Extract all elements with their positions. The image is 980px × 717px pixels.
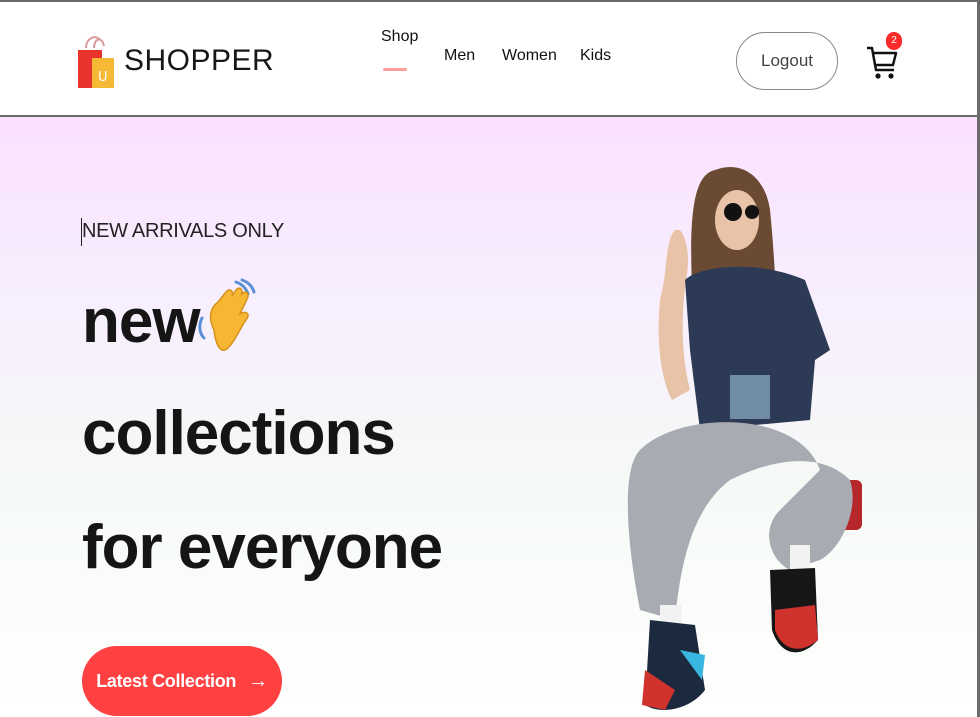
brand-logo[interactable]: U SHOPPER [76,32,274,90]
cart-count-badge: 2 [886,32,902,50]
active-indicator [383,68,407,71]
hero-model-image [627,166,862,710]
svg-text:U: U [98,70,108,85]
nav-item-women[interactable]: Women [502,47,557,65]
logout-button[interactable]: Logout [736,32,838,90]
latest-collection-button[interactable]: Latest Collection → [82,646,282,716]
nav-item-label: Kids [580,47,612,64]
brand-name: SHOPPER [124,44,275,77]
shopping-bag-icon: U [78,36,114,88]
hero-eyebrow: NEW ARRIVALS ONLY [82,220,284,242]
waving-hand-icon [198,278,256,351]
cta-label: Latest Collection [96,670,237,691]
hero-headline-line-3: for everyone [82,513,443,582]
nav-item-label: Shop [381,28,419,45]
nav-item-label: Men [444,47,476,64]
navbar: U SHOPPER Shop Men Women Kids Logout [0,0,980,117]
nav-item-men[interactable]: Men [444,47,475,65]
hero-headline-line-2: collections [82,399,396,468]
nav-item-shop[interactable]: Shop [381,28,419,71]
nav-item-kids[interactable]: Kids [580,47,611,65]
arrow-right-icon: → [248,669,268,692]
nav-item-label: Women [502,47,557,64]
hero-headline-line-1: new [82,287,201,356]
